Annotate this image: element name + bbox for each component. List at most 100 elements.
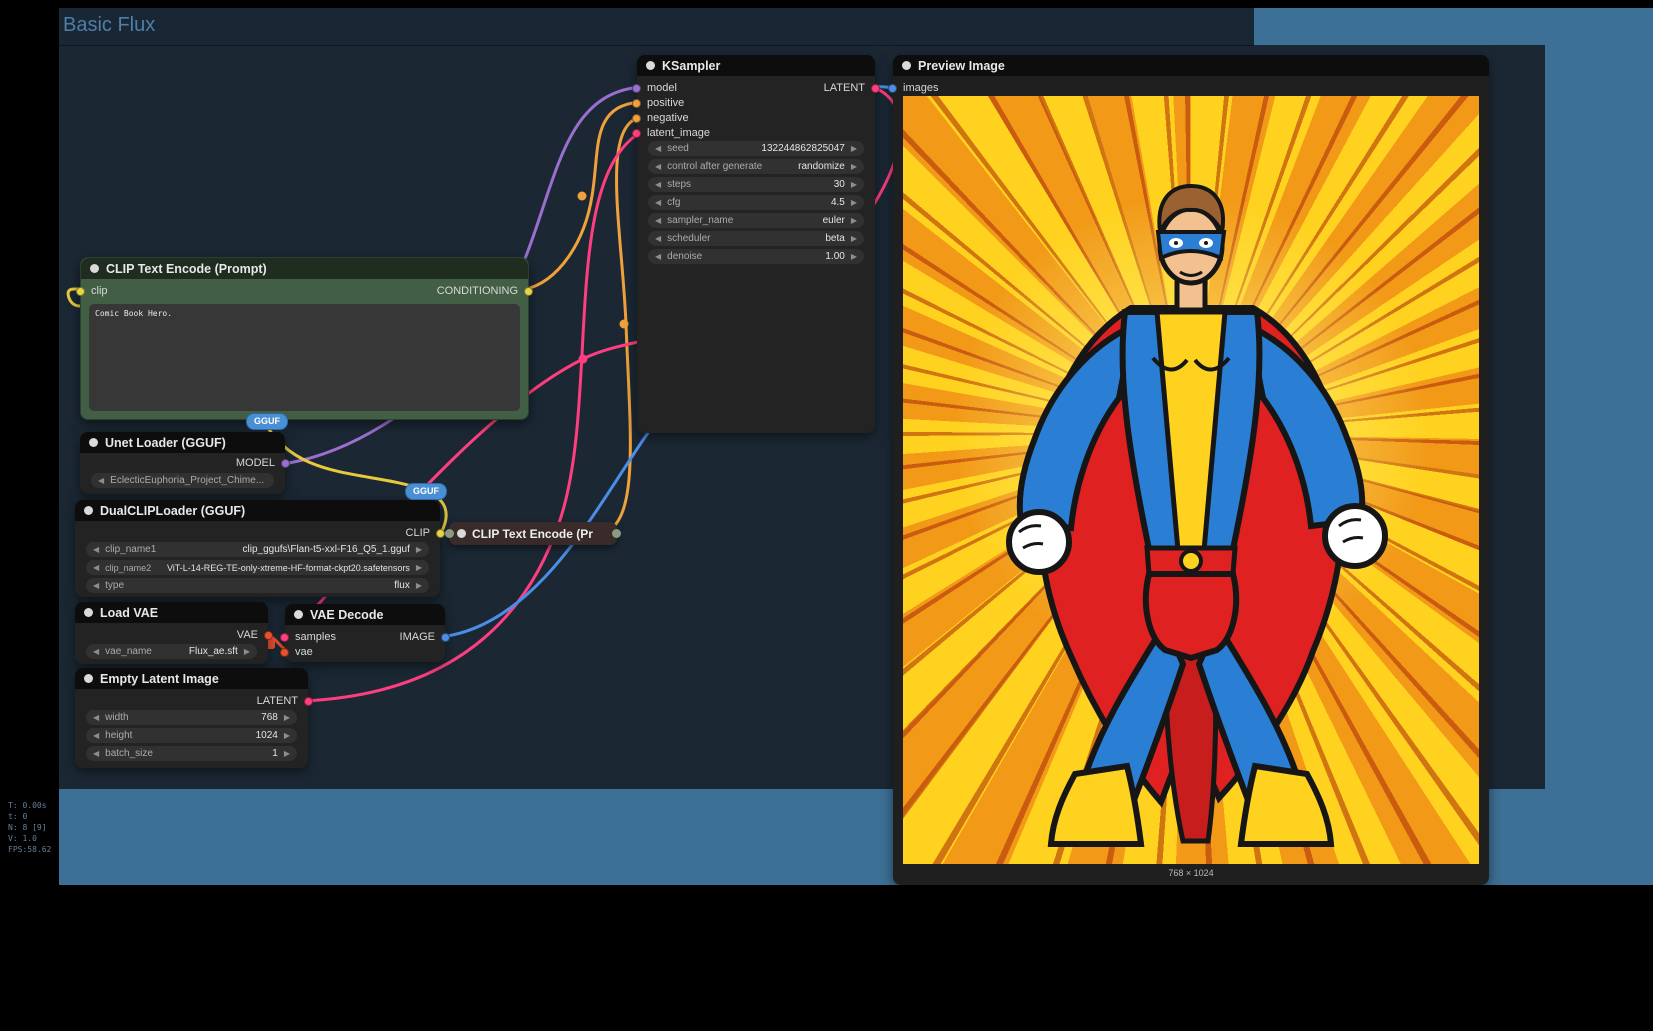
right-arrow-icon[interactable]: ▶ <box>416 563 422 572</box>
node-vae-decode[interactable]: VAE Decode samples vae IMAGE <box>285 604 445 662</box>
node-empty-latent-titlebar[interactable]: Empty Latent Image <box>75 668 308 689</box>
slot-input-positive[interactable]: positive <box>632 96 684 110</box>
left-arrow-icon[interactable]: ◀ <box>655 180 661 189</box>
slot-output-conditioning[interactable]: CONDITIONING <box>437 284 533 298</box>
left-arrow-icon[interactable]: ◀ <box>93 581 99 590</box>
left-arrow-icon[interactable]: ◀ <box>93 749 99 758</box>
left-arrow-icon[interactable]: ◀ <box>93 713 99 722</box>
widget-width[interactable]: ◀width768▶ <box>86 710 297 725</box>
left-arrow-icon[interactable]: ◀ <box>93 563 99 572</box>
node-empty-latent-image[interactable]: Empty Latent Image LATENT ◀width768▶ ◀he… <box>75 668 308 768</box>
vae-dot[interactable] <box>264 631 273 640</box>
clip-dot[interactable] <box>76 287 85 296</box>
left-arrow-icon[interactable]: ◀ <box>655 162 661 171</box>
widget-scheduler[interactable]: ◀schedulerbeta▶ <box>648 231 864 246</box>
left-arrow-icon[interactable]: ◀ <box>655 252 661 261</box>
right-arrow-icon[interactable]: ▶ <box>851 198 857 207</box>
node-ksampler[interactable]: KSampler model positive negative latent_… <box>637 55 875 433</box>
slot-input-model[interactable]: model <box>632 81 677 95</box>
right-arrow-icon[interactable]: ▶ <box>284 713 290 722</box>
debug-stats: T: 0.00s t: 0 N: 8 [9] V: 1.0 FPS:58.62 <box>8 800 51 855</box>
right-arrow-icon[interactable]: ▶ <box>851 162 857 171</box>
right-arrow-icon[interactable]: ▶ <box>851 234 857 243</box>
node-dualclip-titlebar[interactable]: DualCLIPLoader (GGUF) <box>75 500 440 521</box>
left-arrow-icon[interactable]: ◀ <box>98 476 104 485</box>
widget-height[interactable]: ◀height1024▶ <box>86 728 297 743</box>
slot-output-image[interactable]: IMAGE <box>400 630 450 644</box>
left-arrow-icon[interactable]: ◀ <box>655 144 661 153</box>
node-ksampler-titlebar[interactable]: KSampler <box>637 55 875 76</box>
node-unet-loader-gguf[interactable]: Unet Loader (GGUF) MODEL ◀EclecticEuphor… <box>80 432 285 494</box>
slot-input-vae[interactable]: vae <box>280 645 313 659</box>
node-clip-text-encode-prompt[interactable]: CLIP Text Encode (Prompt) clip CONDITION… <box>80 257 529 420</box>
right-arrow-icon[interactable]: ▶ <box>851 252 857 261</box>
slot-input-samples[interactable]: samples <box>280 630 336 644</box>
left-arrow-icon[interactable]: ◀ <box>93 545 99 554</box>
slot-input-latent-image[interactable]: latent_image <box>632 126 710 140</box>
slot-output-model[interactable]: MODEL <box>236 456 290 470</box>
slot-output-clip[interactable]: CLIP <box>406 526 445 540</box>
widget-batch-size[interactable]: ◀batch_size1▶ <box>86 746 297 761</box>
node-load-vae-titlebar[interactable]: Load VAE <box>75 602 268 623</box>
slot-label: CONDITIONING <box>437 285 518 297</box>
node-load-vae[interactable]: Load VAE VAE ◀vae_nameFlux_ae.sft▶ <box>75 602 268 664</box>
widget-clip-name2[interactable]: ◀clip_name2ViT-L-14-REG-TE-only-xtreme-H… <box>86 560 429 575</box>
node-preview-image[interactable]: Preview Image images <box>893 55 1489 885</box>
latent-dot[interactable] <box>304 697 313 706</box>
node-preview-titlebar[interactable]: Preview Image <box>893 55 1489 76</box>
left-arrow-icon[interactable]: ◀ <box>655 234 661 243</box>
widget-sampler-name[interactable]: ◀sampler_nameeuler▶ <box>648 213 864 228</box>
node-dualclip-loader-gguf[interactable]: DualCLIPLoader (GGUF) CLIP ◀clip_name1cl… <box>75 500 440 597</box>
right-arrow-icon[interactable]: ▶ <box>416 545 422 554</box>
workflow-tab-title[interactable]: Basic Flux <box>63 14 155 37</box>
latent-dot[interactable] <box>280 633 289 642</box>
left-arrow-icon[interactable]: ◀ <box>655 216 661 225</box>
conditioning-dot[interactable] <box>632 114 641 123</box>
node-clip-text-encode-collapsed[interactable]: CLIP Text Encode (Pr <box>449 522 617 545</box>
left-arrow-icon[interactable]: ◀ <box>93 647 99 656</box>
right-arrow-icon[interactable]: ▶ <box>284 731 290 740</box>
widget-cfg[interactable]: ◀cfg4.5▶ <box>648 195 864 210</box>
node-clip-prompt-titlebar[interactable]: CLIP Text Encode (Prompt) <box>81 258 528 279</box>
slot-label: vae <box>295 646 313 658</box>
widget-unet-name[interactable]: ◀EclecticEuphoria_Project_Chime...▶ <box>91 473 274 488</box>
widget-seed[interactable]: ◀seed132244862825047▶ <box>648 141 864 156</box>
workflow-tab-bar[interactable]: Basic Flux <box>59 8 1254 46</box>
widget-vae-name[interactable]: ◀vae_nameFlux_ae.sft▶ <box>86 644 257 659</box>
right-arrow-icon[interactable]: ▶ <box>244 647 250 656</box>
widget-control-after-generate[interactable]: ◀control after generaterandomize▶ <box>648 159 864 174</box>
conditioning-dot[interactable] <box>632 99 641 108</box>
slot-input-negative[interactable]: negative <box>632 111 689 125</box>
node-vae-decode-titlebar[interactable]: VAE Decode <box>285 604 445 625</box>
vae-dot[interactable] <box>280 648 289 657</box>
latent-dot[interactable] <box>871 84 880 93</box>
left-arrow-icon[interactable]: ◀ <box>655 198 661 207</box>
slot-input-clip[interactable]: clip <box>76 284 108 298</box>
slot-output-latent[interactable]: LATENT <box>257 694 313 708</box>
collapsed-input-dot[interactable] <box>445 529 454 538</box>
widget-denoise[interactable]: ◀denoise1.00▶ <box>648 249 864 264</box>
clip-dot[interactable] <box>436 529 445 538</box>
right-arrow-icon[interactable]: ▶ <box>851 216 857 225</box>
right-arrow-icon[interactable]: ▶ <box>851 144 857 153</box>
image-dot[interactable] <box>441 633 450 642</box>
right-arrow-icon[interactable]: ▶ <box>284 749 290 758</box>
model-dot[interactable] <box>281 459 290 468</box>
collapse-dot[interactable] <box>457 529 466 538</box>
slot-output-vae[interactable]: VAE <box>237 628 273 642</box>
image-dot[interactable] <box>888 84 897 93</box>
right-arrow-icon[interactable]: ▶ <box>851 180 857 189</box>
model-dot[interactable] <box>632 84 641 93</box>
slot-input-images[interactable]: images <box>888 81 938 95</box>
widget-type[interactable]: ◀typeflux▶ <box>86 578 429 593</box>
widget-clip-name1[interactable]: ◀clip_name1clip_ggufs\Flan-t5-xxl-F16_Q5… <box>86 542 429 557</box>
widget-steps[interactable]: ◀steps30▶ <box>648 177 864 192</box>
slot-output-latent[interactable]: LATENT <box>824 81 880 95</box>
node-unet-titlebar[interactable]: Unet Loader (GGUF) <box>80 432 285 453</box>
collapsed-output-dot[interactable] <box>612 529 621 538</box>
left-arrow-icon[interactable]: ◀ <box>93 731 99 740</box>
conditioning-dot[interactable] <box>524 287 533 296</box>
right-arrow-icon[interactable]: ▶ <box>416 581 422 590</box>
prompt-textarea[interactable]: Comic Book Hero. <box>89 304 520 411</box>
latent-dot[interactable] <box>632 129 641 138</box>
